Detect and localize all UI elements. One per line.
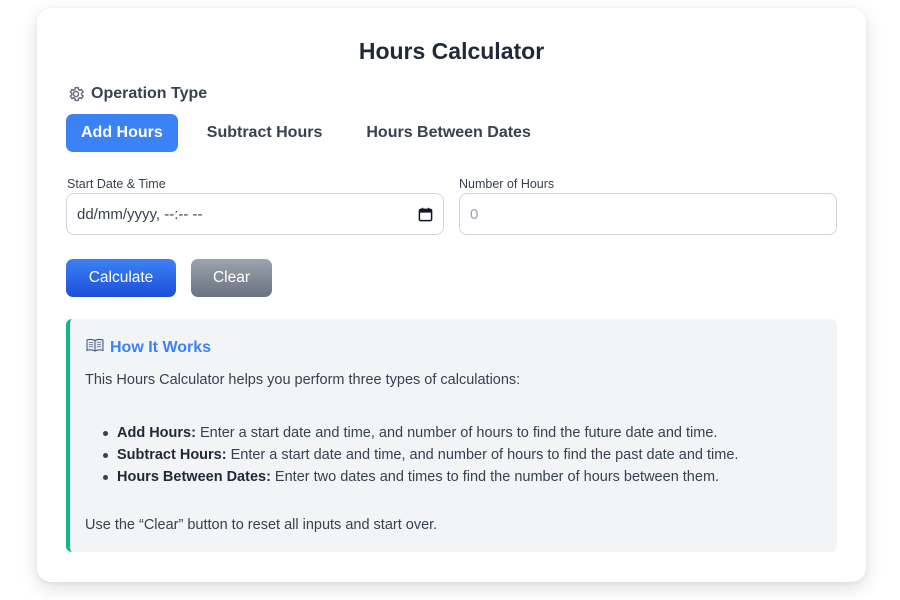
list-item-desc: Enter a start date and time, and number … bbox=[195, 425, 718, 441]
list-item-term: Subtract Hours: bbox=[117, 447, 227, 463]
tab-hours-between-dates[interactable]: Hours Between Dates bbox=[351, 114, 546, 152]
list-item: Hours Between Dates: Enter two dates and… bbox=[101, 466, 738, 488]
open-book-icon bbox=[86, 338, 104, 357]
number-of-hours-label: Number of Hours bbox=[459, 177, 555, 191]
operation-type-label: Operation Type bbox=[91, 85, 208, 102]
list-item-term: Add Hours: bbox=[117, 425, 196, 441]
operation-tabs: Add Hours Subtract Hours Hours Between D… bbox=[66, 114, 546, 152]
tab-add-hours[interactable]: Add Hours bbox=[66, 114, 178, 152]
info-list: Add Hours: Enter a start date and time, … bbox=[101, 422, 738, 488]
list-item-desc: Enter two dates and times to find the nu… bbox=[270, 469, 720, 485]
how-it-works-title: How It Works bbox=[110, 338, 212, 356]
start-datetime-label: Start Date & Time bbox=[67, 177, 166, 191]
list-item: Subtract Hours: Enter a start date and t… bbox=[101, 444, 738, 466]
gear-icon bbox=[67, 85, 85, 103]
start-datetime-value: dd/mm/yyyy, --:-- -- bbox=[77, 205, 203, 223]
operation-type-heading: Operation Type bbox=[67, 84, 207, 104]
calculate-button[interactable]: Calculate bbox=[66, 259, 176, 297]
calendar-icon[interactable] bbox=[418, 207, 433, 226]
how-it-works-heading: How It Works bbox=[86, 338, 211, 357]
how-it-works-panel: How It Works This Hours Calculator helps… bbox=[66, 319, 837, 552]
tab-subtract-hours[interactable]: Subtract Hours bbox=[192, 114, 338, 152]
list-item-term: Hours Between Dates: bbox=[117, 469, 271, 485]
calculator-card: Hours Calculator Operation Type Add Hour… bbox=[37, 8, 866, 582]
info-intro-text: This Hours Calculator helps you perform … bbox=[85, 372, 521, 388]
start-datetime-input[interactable]: dd/mm/yyyy, --:-- -- bbox=[66, 193, 444, 235]
list-item: Add Hours: Enter a start date and time, … bbox=[101, 422, 738, 444]
number-of-hours-input[interactable]: 0 bbox=[459, 193, 837, 235]
info-footer-text: Use the “Clear” button to reset all inpu… bbox=[85, 517, 438, 533]
number-of-hours-placeholder: 0 bbox=[470, 205, 479, 223]
list-item-desc: Enter a start date and time, and number … bbox=[226, 447, 739, 463]
clear-button[interactable]: Clear bbox=[191, 259, 272, 297]
page-title: Hours Calculator bbox=[358, 38, 545, 64]
